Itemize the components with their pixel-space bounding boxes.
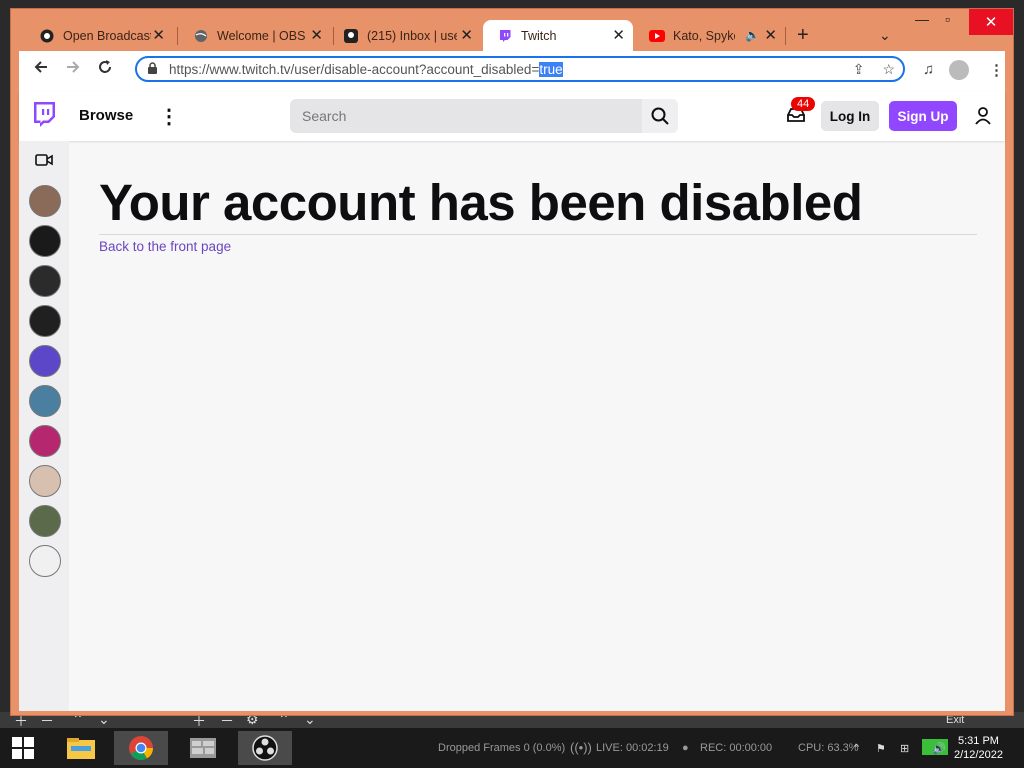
- globe-icon: [193, 28, 209, 44]
- show-hidden-icons-icon[interactable]: ⌃: [852, 742, 861, 755]
- speaker-icon[interactable]: 🔈: [745, 28, 760, 42]
- tab-label: Twitch: [521, 28, 557, 43]
- obs-icon: [39, 28, 55, 44]
- flag-icon[interactable]: ⚑: [876, 742, 886, 755]
- tab-inbox[interactable]: (215) Inbox | use ✕: [329, 20, 481, 51]
- main-content: Your account has been disabled: [99, 173, 863, 232]
- menu-icon[interactable]: ⋮: [989, 61, 1004, 79]
- channel-avatar[interactable]: [29, 305, 61, 337]
- channel-avatar[interactable]: [29, 225, 61, 257]
- browse-link[interactable]: Browse: [79, 107, 133, 124]
- search-box: [290, 99, 678, 133]
- inbox-count-badge: 44: [791, 97, 816, 111]
- twitch-top-nav: Browse ⋮ 44 Log In Sign Up: [19, 91, 1005, 141]
- star-icon[interactable]: ☆: [882, 61, 895, 78]
- tab-obs[interactable]: Open Broadcaste ✕: [25, 20, 173, 51]
- windows-start-icon[interactable]: [0, 731, 46, 765]
- user-icon[interactable]: [975, 107, 991, 130]
- network-icon[interactable]: ⊞: [900, 742, 909, 755]
- close-icon[interactable]: ✕: [310, 26, 323, 44]
- youtube-icon: [649, 28, 665, 44]
- window-close-button[interactable]: ✕: [969, 9, 1013, 35]
- channel-avatar[interactable]: [29, 545, 61, 577]
- maximize-icon[interactable]: ▫: [945, 11, 950, 27]
- reload-icon[interactable]: [97, 59, 113, 80]
- login-button[interactable]: Log In: [821, 101, 879, 131]
- tab-youtube[interactable]: Kato, Spyke 🔈 ✕: [635, 20, 785, 51]
- dropped-frames-status: Dropped Frames 0 (0.0%): [438, 742, 566, 754]
- media-control-icon[interactable]: ♫: [923, 61, 934, 78]
- back-icon[interactable]: [33, 59, 49, 80]
- volume-icon[interactable]: 🔊: [932, 742, 946, 755]
- channel-avatar[interactable]: [29, 505, 61, 537]
- signup-button[interactable]: Sign Up: [889, 101, 957, 131]
- address-bar[interactable]: https://www.twitch.tv/user/disable-accou…: [135, 56, 905, 82]
- channel-avatar[interactable]: [29, 265, 61, 297]
- divider: [99, 234, 977, 235]
- tab-search-icon[interactable]: ⌄: [879, 27, 891, 44]
- more-options-icon[interactable]: ⋮: [159, 104, 179, 129]
- twitch-logo-icon[interactable]: [31, 101, 57, 136]
- tab-label: Kato, Spyke: [673, 28, 735, 43]
- new-tab-button[interactable]: +: [797, 24, 809, 47]
- search-input[interactable]: [290, 99, 640, 133]
- tab-strip: Open Broadcaste ✕ Welcome | OBS ✕ (215) …: [11, 9, 1013, 51]
- tab-separator: [785, 27, 786, 45]
- tab-separator: [177, 27, 178, 45]
- live-time-status: LIVE: 00:02:19: [596, 742, 669, 754]
- tab-label: Open Broadcaste: [63, 28, 151, 43]
- tab-twitch[interactable]: Twitch ✕: [483, 20, 633, 51]
- channel-avatar[interactable]: [29, 425, 61, 457]
- video-camera-icon[interactable]: [35, 153, 53, 172]
- clock-time: 5:31 PM: [957, 735, 999, 747]
- rec-time-status: REC: 00:00:00: [700, 742, 773, 754]
- search-icon[interactable]: [642, 99, 678, 133]
- forward-icon[interactable]: [65, 59, 81, 80]
- twitch-page: Browse ⋮ 44 Log In Sign Up: [19, 91, 1005, 711]
- minimize-icon[interactable]: —: [915, 11, 929, 27]
- signal-icon: ((•)): [570, 740, 592, 755]
- record-dot-icon: ●: [682, 742, 689, 754]
- page-title: Your account has been disabled: [99, 174, 863, 231]
- clock-date: 2/12/2022: [954, 749, 1003, 761]
- url-selection: true: [539, 62, 563, 77]
- windows-taskbar: Dropped Frames 0 (0.0%) ((•)) LIVE: 00:0…: [0, 728, 1024, 768]
- cpu-status: CPU: 63.3%: [798, 742, 859, 754]
- browser-toolbar: https://www.twitch.tv/user/disable-accou…: [19, 51, 1005, 91]
- channel-avatar[interactable]: [29, 345, 61, 377]
- close-icon[interactable]: ✕: [612, 26, 625, 44]
- system-clock[interactable]: 5:31 PM 2/12/2022: [954, 734, 1003, 762]
- sidebar: [19, 141, 69, 711]
- back-to-front-page-link[interactable]: Back to the front page: [99, 239, 231, 254]
- url-text[interactable]: https://www.twitch.tv/user/disable-accou…: [169, 62, 563, 77]
- tab-label: (215) Inbox | use: [367, 28, 457, 43]
- close-icon[interactable]: ✕: [152, 26, 165, 44]
- omnibox-actions: ⇪ ☆: [853, 61, 895, 78]
- twitch-icon: [497, 28, 513, 44]
- browser-window: Open Broadcaste ✕ Welcome | OBS ✕ (215) …: [10, 8, 1014, 716]
- chrome-icon[interactable]: [114, 731, 168, 765]
- tab-label: Welcome | OBS: [217, 28, 306, 43]
- mail-icon: [343, 28, 359, 44]
- share-icon[interactable]: ⇪: [853, 61, 865, 78]
- profile-avatar[interactable]: [949, 60, 969, 80]
- obs-taskbar-icon[interactable]: [238, 731, 292, 765]
- close-icon[interactable]: ✕: [460, 26, 473, 44]
- channel-avatar[interactable]: [29, 185, 61, 217]
- lock-icon[interactable]: [147, 62, 158, 80]
- app-icon[interactable]: [176, 731, 230, 765]
- tab-welcome-obs[interactable]: Welcome | OBS ✕: [179, 20, 331, 51]
- file-explorer-icon[interactable]: [54, 731, 108, 765]
- close-icon[interactable]: ✕: [764, 26, 777, 44]
- channel-avatar[interactable]: [29, 465, 61, 497]
- channel-avatar[interactable]: [29, 385, 61, 417]
